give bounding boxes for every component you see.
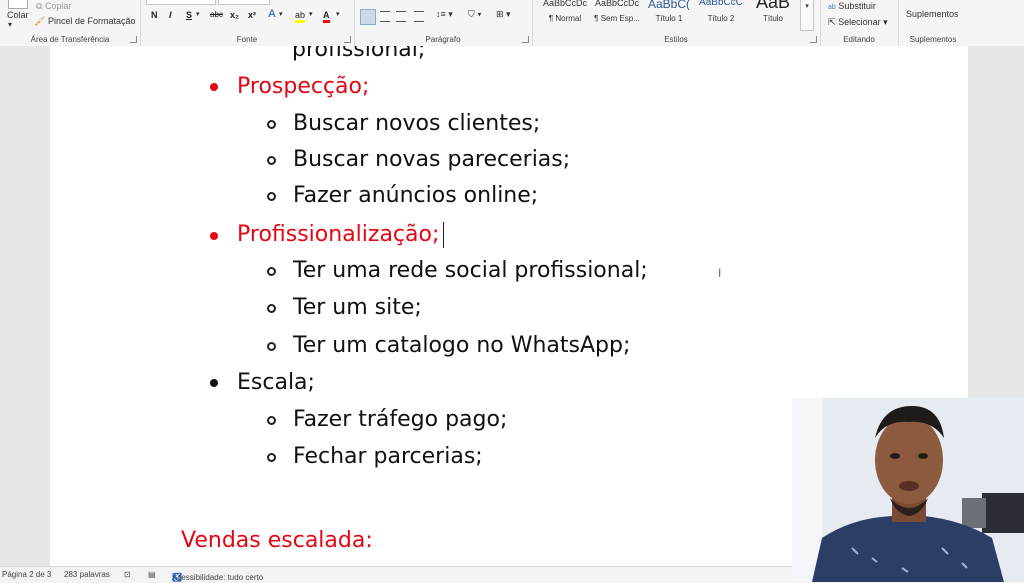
format-painter-button[interactable]: 🖌 Pincel de Formatação [34,16,136,27]
editing-group-label: Editando [843,35,875,44]
replace-icon: ab [828,4,836,11]
list-item-level2: Fechar parcerias; [293,444,483,469]
presenter-image [792,398,1024,582]
bullet-icon [210,232,218,240]
list-item-level2: Buscar novos clientes; [293,111,541,136]
editing-group: ab Substituir ⇱ Selecionar ▾ Editando [820,0,899,46]
style-normal[interactable]: AaBbCcDc ¶ Normal [540,0,590,30]
list-item-level2: Fazer anúncios online; [293,183,539,208]
text-effects-icon[interactable]: A [268,8,276,20]
list-item-level2: Fazer tráfego pago; [293,407,508,432]
align-center-icon[interactable] [380,11,390,22]
clipboard-launcher-icon[interactable] [130,36,137,43]
list-item-level1: Prospecção; [237,74,370,99]
text-caret [443,222,444,248]
list-item-level1: Profissionalização; [237,222,440,247]
addins-group: Suplementos Suplementos [898,0,968,46]
justify-icon[interactable] [414,11,424,22]
list-item-level2: Ter um site; [293,295,422,320]
paste-button[interactable]: Colar [7,10,29,20]
word-count[interactable]: 283 palavras [64,570,110,579]
font-group: N I S ▾ abc x₂ x² A ▾ ab ▾ A ▾ Fonte [140,0,355,46]
addins-group-label: Suplementos [909,35,957,44]
sub-bullet-icon [267,192,276,201]
font-group-label: Fonte [236,35,258,44]
page-count[interactable]: Página 2 de 3 [2,570,51,579]
cursor-icon: ⇱ [828,17,836,27]
superscript-button[interactable]: x² [248,10,256,20]
paragraph-group-label: Parágrafo [425,35,461,44]
font-color-icon[interactable]: A [323,10,330,23]
webcam-overlay [792,398,1024,582]
subscript-button[interactable]: x₂ [230,10,239,20]
sub-bullet-icon [267,304,276,313]
list-item-level1: Escala; [237,370,315,395]
paragraph-launcher-icon[interactable] [522,36,529,43]
line-spacing-icon[interactable]: ↕≡ ▾ [436,9,453,20]
bold-button[interactable]: N [151,10,158,20]
styles-scroll[interactable]: ▾ [800,0,814,31]
bullet-icon [210,83,218,91]
font-launcher-icon[interactable] [344,36,351,43]
select-button[interactable]: ⇱ Selecionar ▾ [828,17,888,28]
align-right-icon[interactable] [396,11,406,22]
text-predictions-icon[interactable]: ▤ [148,570,156,579]
paragraph-group: ↕≡ ▾ ⛉ ▾ ⊞ ▾ Parágrafo [354,0,533,46]
font-color-dropdown-icon[interactable]: ▾ [336,10,340,18]
font-size-combo[interactable] [218,0,270,5]
sub-bullet-icon [267,416,276,425]
addins-button[interactable]: Suplementos [906,9,959,19]
strikethrough-button[interactable]: abc [210,10,223,19]
sub-bullet-icon [267,267,276,276]
styles-group-label: Estilos [664,35,688,44]
copy-button[interactable]: ⧉ Copiar [36,1,71,12]
styles-launcher-icon[interactable] [810,36,817,43]
replace-button[interactable]: ab Substituir [828,1,876,11]
ibeam-cursor-icon: I [718,266,722,280]
sub-bullet-icon [267,120,276,129]
format-painter-icon: 🖌 [34,16,46,26]
shading-icon[interactable]: ⛉ ▾ [468,9,482,20]
partial-line: profissional; [292,46,426,62]
borders-icon[interactable]: ⊞ ▾ [496,9,511,20]
bullet-icon [210,379,218,387]
list-item-level2: Buscar novas parecerias; [293,147,571,172]
clipboard-group: Colar ▾ ⧉ Copiar 🖌 Pincel de Formatação … [0,0,141,46]
ribbon: Colar ▾ ⧉ Copiar 🖌 Pincel de Formatação … [0,0,1024,47]
style-heading-2[interactable]: AaBbCcC Título 2 [696,0,746,30]
sub-bullet-icon [267,156,276,165]
highlight-dropdown-icon[interactable]: ▾ [309,10,313,18]
style-no-spacing[interactable]: AaBbCcDc ¶ Sem Esp... [592,0,642,30]
list-item-level2: Ter uma rede social profissional; [293,258,648,283]
proofing-icon[interactable]: ⊡ [124,570,131,579]
copy-icon: ⧉ [36,1,45,11]
highlight-icon[interactable]: ab [295,10,306,23]
italic-button[interactable]: I [169,10,172,20]
style-heading-1[interactable]: AaBbC( Título 1 [644,0,694,30]
font-name-combo[interactable] [146,0,216,5]
paste-dropdown-icon[interactable]: ▾ [8,20,12,29]
underline-button[interactable]: S [186,10,192,20]
text-effects-dropdown-icon[interactable]: ▾ [279,10,283,18]
align-left-icon[interactable] [360,9,376,25]
list-item-level2: Ter um catalogo no WhatsApp; [293,333,631,358]
styles-group: AaBbCcDc ¶ Normal AaBbCcDc ¶ Sem Esp... … [532,0,821,46]
sub-bullet-icon [267,342,276,351]
underline-dropdown-icon[interactable]: ▾ [196,10,200,18]
paste-icon[interactable] [8,0,28,9]
style-title[interactable]: AaB Título [748,0,798,30]
section-heading: Vendas escalada: [181,528,373,553]
clipboard-group-label: Área de Transferência [30,35,110,44]
sub-bullet-icon [267,453,276,462]
